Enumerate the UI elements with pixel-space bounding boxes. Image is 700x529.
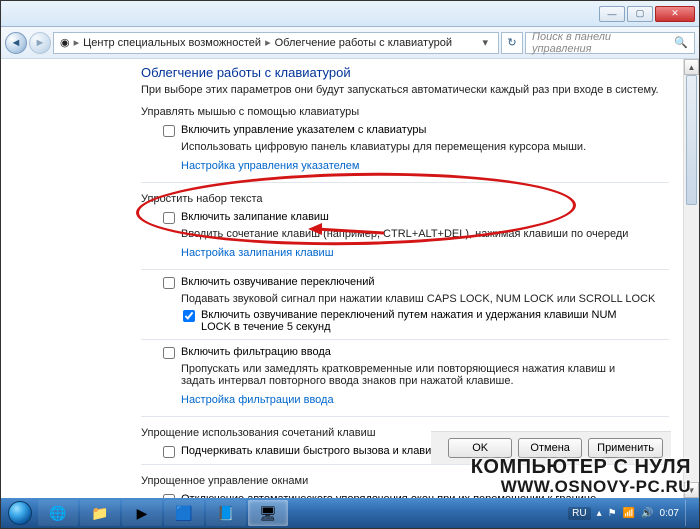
scroll-down-button[interactable]: ▼	[684, 482, 699, 498]
search-placeholder: Поиск в панели управления	[532, 31, 670, 55]
checkbox-mouse-keys-label: Включить управление указателем с клавиат…	[181, 124, 426, 136]
maximize-button[interactable]: ▢	[627, 6, 653, 22]
tray-clock[interactable]: 0:07	[660, 508, 679, 519]
separator	[141, 182, 669, 183]
taskbar-item-explorer[interactable]: 📁	[80, 500, 120, 526]
content-area: Облегчение работы с клавиатурой При выбо…	[1, 59, 699, 498]
checkbox-sticky-keys-label: Включить залипание клавиш	[181, 211, 329, 223]
control-panel-icon: ◉	[60, 36, 70, 49]
refresh-button[interactable]: ↻	[501, 32, 523, 54]
system-tray[interactable]: RU ▴ ⚑ 📶 🔊 0:07	[568, 500, 697, 526]
start-button[interactable]	[3, 500, 37, 526]
page-title: Облегчение работы с клавиатурой	[141, 65, 669, 80]
search-input[interactable]: Поиск в панели управления 🔍	[525, 32, 695, 54]
apply-button[interactable]: Применить	[588, 438, 663, 458]
window-titlebar: — ▢ ✕	[1, 1, 699, 27]
show-desktop-button[interactable]	[685, 500, 691, 526]
filter-keys-desc: Пропускать или замедлять кратковременные…	[181, 363, 621, 387]
breadcrumb-item-1[interactable]: Центр специальных возможностей	[83, 37, 261, 49]
link-mouse-keys-setup[interactable]: Настройка управления указателем	[181, 160, 360, 172]
checkbox-underline-shortcuts[interactable]	[163, 446, 175, 458]
ok-button[interactable]: OK	[448, 438, 512, 458]
sticky-keys-desc: Вводить сочетание клавиш (например, CTRL…	[181, 228, 669, 240]
checkbox-toggle-keys-label: Включить озвучивание переключений	[181, 276, 375, 288]
breadcrumb-sep: ▸	[265, 36, 271, 49]
tray-up-icon[interactable]: ▴	[597, 508, 602, 519]
separator	[141, 339, 669, 340]
checkbox-filter-keys-label: Включить фильтрацию ввода	[181, 346, 331, 358]
section-typing-title: Упростить набор текста	[141, 193, 669, 205]
forward-button[interactable]: ►	[29, 32, 51, 54]
separator	[141, 464, 669, 465]
checkbox-toggle-keys-numlock[interactable]	[183, 310, 195, 322]
scroll-up-button[interactable]: ▲	[684, 59, 699, 75]
taskbar-item-app[interactable]: 🟦	[164, 500, 204, 526]
link-filter-keys-setup[interactable]: Настройка фильтрации ввода	[181, 394, 334, 406]
checkbox-sticky-keys[interactable]	[163, 212, 175, 224]
taskbar-item-player[interactable]: ▶	[122, 500, 162, 526]
tray-flag-icon[interactable]: ⚑	[608, 508, 617, 519]
checkbox-filter-keys[interactable]	[163, 347, 175, 359]
nav-bar: ◄ ► ◉ ▸ Центр специальных возможностей ▸…	[1, 27, 699, 59]
mouse-keys-desc: Использовать цифровую панель клавиатуры …	[181, 141, 669, 153]
page-intro: При выборе этих параметров они будут зап…	[141, 84, 669, 96]
checkbox-mouse-keys[interactable]	[163, 125, 175, 137]
link-sticky-keys-setup[interactable]: Настройка залипания клавиш	[181, 247, 334, 259]
breadcrumb-dropdown[interactable]: ▾	[478, 36, 492, 49]
search-icon: 🔍	[674, 36, 688, 49]
checkbox-toggle-keys[interactable]	[163, 277, 175, 289]
checkbox-toggle-keys-numlock-label: Включить озвучивание переключений путем …	[201, 309, 621, 333]
separator	[141, 269, 669, 270]
breadcrumb-item-2[interactable]: Облегчение работы с клавиатурой	[275, 37, 452, 49]
tray-language[interactable]: RU	[568, 507, 590, 520]
tray-volume-icon[interactable]: 🔊	[641, 508, 653, 519]
back-button[interactable]: ◄	[5, 32, 27, 54]
taskbar-item-active[interactable]: 🖥	[248, 500, 288, 526]
scroll-thumb[interactable]	[686, 75, 697, 205]
section-windows-title: Упрощенное управление окнами	[141, 475, 669, 487]
section-mouse-title: Управлять мышью с помощью клавиатуры	[141, 106, 669, 118]
separator	[141, 416, 669, 417]
tray-network-icon[interactable]: 📶	[623, 508, 635, 519]
close-button[interactable]: ✕	[655, 6, 695, 22]
breadcrumb[interactable]: ◉ ▸ Центр специальных возможностей ▸ Обл…	[53, 32, 499, 54]
taskbar-item-app2[interactable]: 📘	[206, 500, 246, 526]
breadcrumb-sep: ▸	[74, 36, 80, 49]
dialog-buttons: OK Отмена Применить	[431, 431, 671, 464]
minimize-button[interactable]: —	[599, 6, 625, 22]
cancel-button[interactable]: Отмена	[518, 438, 582, 458]
toggle-keys-desc: Подавать звуковой сигнал при нажатии кла…	[181, 293, 669, 305]
vertical-scrollbar[interactable]: ▲ ▼	[683, 59, 699, 498]
taskbar-item-ie[interactable]: 🌐	[38, 500, 78, 526]
taskbar: 🌐 📁 ▶ 🟦 📘 🖥 RU ▴ ⚑ 📶 🔊 0:07	[1, 498, 699, 528]
